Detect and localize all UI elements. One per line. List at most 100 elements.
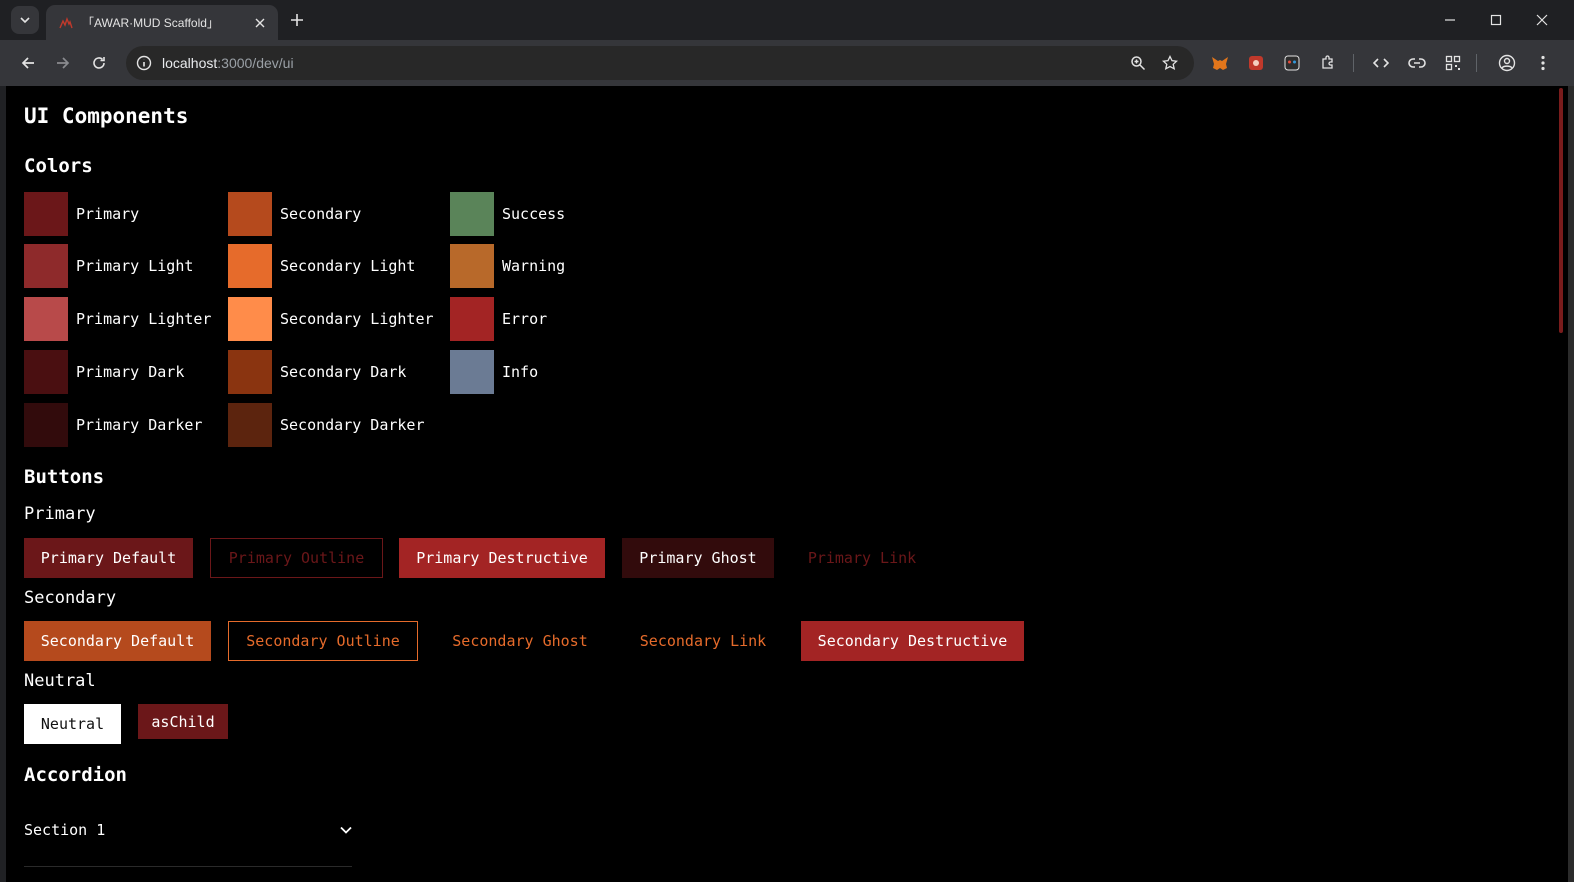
- swatch-warning: Warning: [450, 244, 565, 288]
- color-swatch: [450, 244, 494, 288]
- color-swatch: [24, 192, 68, 236]
- reload-button[interactable]: [85, 49, 113, 77]
- swatch-primary-lighter: Primary Lighter: [24, 297, 211, 341]
- secondary-ghost-button[interactable]: Secondary Ghost: [435, 621, 605, 661]
- color-swatch: [228, 403, 272, 447]
- swatch-label: Info: [502, 363, 539, 381]
- color-swatch: [450, 192, 494, 236]
- primary-destructive-button[interactable]: Primary Destructive: [399, 538, 605, 578]
- swatch-label: Primary Dark: [76, 363, 185, 381]
- browser-toolbar: localhost:3000/dev/ui: [0, 40, 1574, 86]
- site-info-icon[interactable]: [134, 53, 154, 73]
- url-path: :3000/dev/ui: [217, 55, 294, 71]
- neutral-button[interactable]: Neutral: [24, 704, 121, 744]
- swatch-label: Primary: [76, 205, 140, 223]
- toolbar-divider: [1476, 54, 1477, 72]
- primary-buttons-heading: Primary: [24, 504, 96, 524]
- color-swatch: [450, 297, 494, 341]
- swatch-error: Error: [450, 297, 547, 341]
- swatch-label: Error: [502, 310, 548, 328]
- tab-strip: 「AWAR·MUD Scaffold」: [0, 0, 1574, 40]
- close-tab-icon[interactable]: [250, 13, 270, 33]
- color-swatch: [24, 350, 68, 394]
- primary-ghost-button[interactable]: Primary Ghost: [622, 538, 774, 578]
- back-button[interactable]: [14, 49, 42, 77]
- swatch-secondary-light: Secondary Light: [228, 244, 415, 288]
- code-icon[interactable]: [1367, 49, 1395, 77]
- swatch-primary-light: Primary Light: [24, 244, 193, 288]
- extension-red-icon[interactable]: [1242, 49, 1270, 77]
- swatch-label: Secondary: [280, 205, 362, 223]
- url-text[interactable]: localhost:3000/dev/ui: [162, 55, 1122, 71]
- extensions-puzzle-icon[interactable]: [1314, 49, 1342, 77]
- zoom-icon[interactable]: [1122, 49, 1154, 77]
- color-swatch: [24, 244, 68, 288]
- swatch-label: Success: [502, 205, 566, 223]
- forward-button[interactable]: [49, 49, 77, 77]
- tab-title: 「AWAR·MUD Scaffold」: [82, 16, 219, 30]
- chevron-down-icon: [338, 822, 354, 838]
- chevron-down-icon: [20, 17, 30, 24]
- secondary-buttons-heading: Secondary: [24, 588, 117, 608]
- secondary-outline-button[interactable]: Secondary Outline: [228, 621, 418, 661]
- swatch-primary-dark: Primary Dark: [24, 350, 184, 394]
- page-viewport: UI Components Colors Primary Primary Lig…: [6, 86, 1556, 882]
- color-swatch: [450, 350, 494, 394]
- new-tab-button[interactable]: [286, 9, 308, 31]
- color-swatch: [228, 350, 272, 394]
- browser-tab-active[interactable]: 「AWAR·MUD Scaffold」: [46, 5, 278, 40]
- secondary-default-button[interactable]: Secondary Default: [24, 621, 211, 661]
- swatch-primary-darker: Primary Darker: [24, 403, 202, 447]
- accordion-divider: [24, 866, 352, 867]
- primary-default-button[interactable]: Primary Default: [24, 538, 193, 578]
- minimize-button[interactable]: [1435, 6, 1465, 34]
- swatch-info: Info: [450, 350, 538, 394]
- metamask-extension-icon[interactable]: [1206, 49, 1234, 77]
- color-swatch: [228, 192, 272, 236]
- primary-link-button[interactable]: Primary Link: [791, 538, 933, 578]
- primary-outline-button[interactable]: Primary Outline: [210, 538, 383, 578]
- reload-icon: [93, 57, 105, 69]
- swatch-label: Primary Darker: [76, 416, 203, 434]
- color-swatch: [24, 403, 68, 447]
- secondary-link-button[interactable]: Secondary Link: [622, 621, 784, 661]
- secondary-destructive-button[interactable]: Secondary Destructive: [801, 621, 1024, 661]
- profile-icon[interactable]: [1493, 49, 1521, 77]
- url-host: localhost: [162, 55, 218, 71]
- plus-icon: [291, 14, 303, 26]
- accordion-item[interactable]: Section 1: [24, 810, 354, 850]
- maximize-icon: [1490, 14, 1502, 26]
- close-icon: [1536, 14, 1548, 26]
- color-swatch: [24, 297, 68, 341]
- page-scrollbar[interactable]: [1556, 86, 1568, 882]
- link-icon[interactable]: [1403, 49, 1431, 77]
- swatch-label: Secondary Dark: [280, 363, 407, 381]
- accordion-trigger-label: Section 1: [24, 821, 106, 839]
- page-title: UI Components: [24, 104, 189, 128]
- maximize-button[interactable]: [1481, 6, 1511, 34]
- arrow-right-icon: [57, 57, 70, 69]
- buttons-heading: Buttons: [24, 466, 105, 488]
- address-bar[interactable]: localhost:3000/dev/ui: [126, 46, 1194, 80]
- toolbar-divider: [1353, 54, 1354, 72]
- colors-heading: Colors: [24, 155, 93, 177]
- swatch-secondary-lighter: Secondary Lighter: [228, 297, 434, 341]
- arrow-left-icon: [21, 57, 34, 69]
- swatch-label: Secondary Lighter: [280, 310, 434, 328]
- extension-face-icon[interactable]: [1278, 49, 1306, 77]
- color-swatch: [228, 297, 272, 341]
- more-menu-icon[interactable]: [1529, 49, 1557, 77]
- qr-code-icon[interactable]: [1439, 49, 1467, 77]
- tab-search-button[interactable]: [11, 6, 39, 34]
- bookmark-star-icon[interactable]: [1154, 49, 1186, 77]
- swatch-label: Secondary Darker: [280, 416, 425, 434]
- as-child-button[interactable]: asChild: [138, 704, 228, 739]
- app-favicon-icon: [58, 15, 74, 31]
- window-right-edge: [1568, 86, 1574, 882]
- swatch-label: Warning: [502, 257, 566, 275]
- neutral-buttons-heading: Neutral: [24, 671, 96, 691]
- close-window-button[interactable]: [1527, 6, 1557, 34]
- scrollbar-thumb[interactable]: [1559, 88, 1563, 333]
- swatch-success: Success: [450, 192, 565, 236]
- swatch-secondary-darker: Secondary Darker: [228, 403, 425, 447]
